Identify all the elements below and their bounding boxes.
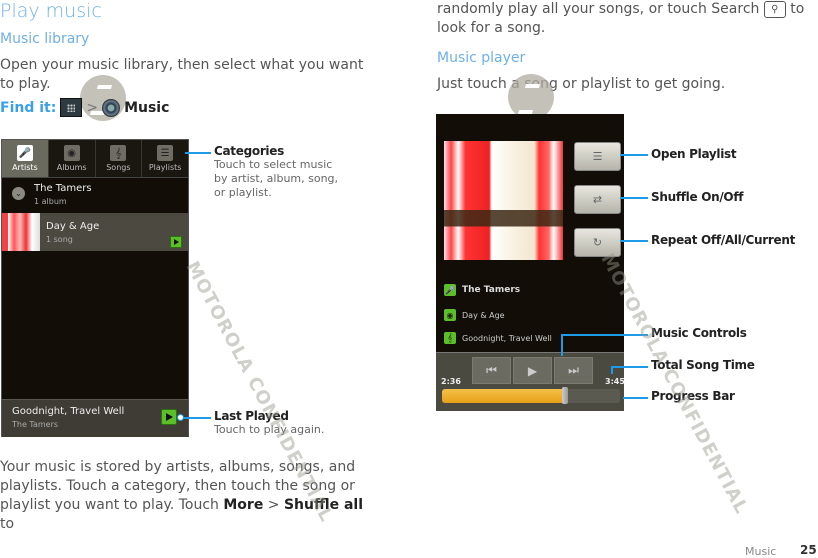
categories-callout: Categories Touch to select music by arti…	[214, 144, 344, 200]
callout-line	[612, 366, 648, 368]
now-playing-artist: 🎤 The Tamers	[444, 284, 520, 296]
callout-dot	[177, 414, 184, 421]
music-library-heading: Music library	[0, 31, 90, 47]
callout-line	[180, 417, 211, 419]
chevron-down-icon[interactable]: ⌄	[12, 187, 25, 200]
callout-line	[620, 154, 648, 156]
previous-icon: ⏮	[486, 363, 497, 377]
microphone-icon: 🎤	[16, 145, 33, 161]
album-name: Day & Age	[46, 221, 100, 232]
disc-icon: ◉	[63, 145, 80, 161]
tab-label: Songs	[106, 163, 131, 172]
transport-bar: ⏮ ▶ ⏭ 2:36 3:45	[436, 352, 625, 411]
progress-handle[interactable]	[561, 387, 568, 404]
tab-label: Artists	[12, 163, 38, 172]
progress-bar[interactable]	[442, 387, 620, 404]
menu-more: More	[223, 497, 264, 513]
page-title: Play music	[0, 0, 102, 22]
body-text: randomly play all your songs, or touch S…	[437, 1, 760, 17]
microphone-icon: 🎤	[444, 284, 456, 296]
music-app-icon	[102, 98, 121, 117]
shuffle-icon: ⇄	[592, 193, 603, 206]
play-again-icon[interactable]	[161, 409, 177, 425]
page-number: 25	[800, 543, 817, 557]
tab-artists[interactable]: 🎤 Artists	[2, 140, 49, 177]
album-name: Day & Age	[462, 310, 505, 320]
tab-albums[interactable]: ◉ Albums	[49, 140, 96, 177]
shuffle-callout: Shuffle On/Off	[651, 190, 744, 204]
tab-label: Playlists	[148, 163, 182, 172]
elapsed-time: 2:36	[441, 377, 461, 386]
open-playlist-callout: Open Playlist	[651, 147, 737, 161]
last-played-title: Goodnight, Travel Well	[12, 406, 125, 417]
artist-name: The Tamers	[34, 183, 92, 194]
now-playing-song: 𝄞 Goodnight, Travel Well	[444, 332, 552, 344]
category-tabs: 🎤 Artists ◉ Albums 𝄞 Songs ☰ Playlists	[2, 140, 188, 178]
artist-name: The Tamers	[462, 285, 521, 295]
path-separator: >	[86, 99, 99, 116]
open-playlist-icon: ☰	[592, 150, 603, 163]
callout-line	[620, 240, 648, 242]
player-continuation: randomly play all your songs, or touch S…	[437, 0, 807, 38]
body-text: to	[0, 516, 15, 532]
path-separator: >	[267, 497, 280, 513]
tab-songs[interactable]: 𝄞 Songs	[96, 140, 143, 177]
play-icon[interactable]	[170, 236, 182, 248]
artist-album-count: 1 album	[34, 197, 67, 206]
album-art	[444, 141, 563, 260]
music-player-screen: ☰ ⇄ ↻ 🎤 The Tamers ◉ Day & Age 𝄞 Goodnig…	[436, 114, 625, 411]
artist-row[interactable]: ⌄ The Tamers 1 album	[2, 178, 188, 211]
music-controls-callout: Music Controls	[651, 326, 747, 340]
last-played-row[interactable]: Goodnight, Travel Well The Tamers	[2, 399, 188, 437]
previous-button[interactable]: ⏮	[472, 357, 511, 384]
library-intro: Open your music library, then select wha…	[0, 57, 364, 92]
list-icon: ☰	[157, 145, 174, 161]
shuffle-button[interactable]: ⇄	[574, 185, 621, 214]
next-icon: ⏭	[568, 363, 579, 377]
callout-line	[185, 152, 211, 154]
callout-title: Categories	[214, 144, 284, 158]
find-it-label: Find it:	[0, 99, 57, 116]
treble-clef-icon: 𝄞	[444, 332, 456, 344]
callout-line	[620, 197, 648, 199]
song-title: Goodnight, Travel Well	[462, 333, 552, 343]
callout-line	[623, 397, 648, 399]
search-key-icon: ⚲	[763, 0, 786, 18]
total-time: 3:45	[605, 377, 625, 386]
now-playing-album: ◉ Day & Age	[444, 309, 505, 321]
play-button[interactable]: ▶	[513, 357, 552, 384]
callout-line	[561, 334, 563, 356]
apps-launcher-icon	[60, 98, 83, 117]
player-intro: Just touch a song or playlist to get goi…	[437, 76, 726, 92]
music-player-heading: Music player	[437, 50, 526, 66]
find-it-target: Music	[124, 99, 170, 116]
album-art	[2, 213, 40, 251]
tab-playlists[interactable]: ☰ Playlists	[142, 140, 188, 177]
repeat-callout: Repeat Off/All/Current	[651, 233, 796, 247]
find-it-path: Find it: > Music	[0, 98, 169, 117]
open-playlist-button[interactable]: ☰	[574, 142, 621, 171]
callout-desc: Touch to select music by artist, album, …	[214, 158, 339, 199]
last-played-artist: The Tamers	[12, 420, 59, 429]
next-button[interactable]: ⏭	[554, 357, 593, 384]
album-song-count: 1 song	[46, 235, 73, 244]
album-row[interactable]: Day & Age 1 song	[2, 213, 188, 251]
music-library-screen: 🎤 Artists ◉ Albums 𝄞 Songs ☰ Playlists ⌄…	[1, 139, 189, 437]
disc-icon: ◉	[444, 309, 456, 321]
progress-fill	[442, 389, 565, 403]
footer-section-name: Music	[745, 545, 777, 558]
callout-line	[611, 366, 613, 374]
tab-label: Albums	[56, 163, 87, 172]
treble-clef-icon: 𝄞	[110, 145, 127, 161]
repeat-icon: ↻	[592, 236, 603, 249]
play-icon: ▶	[527, 363, 538, 378]
